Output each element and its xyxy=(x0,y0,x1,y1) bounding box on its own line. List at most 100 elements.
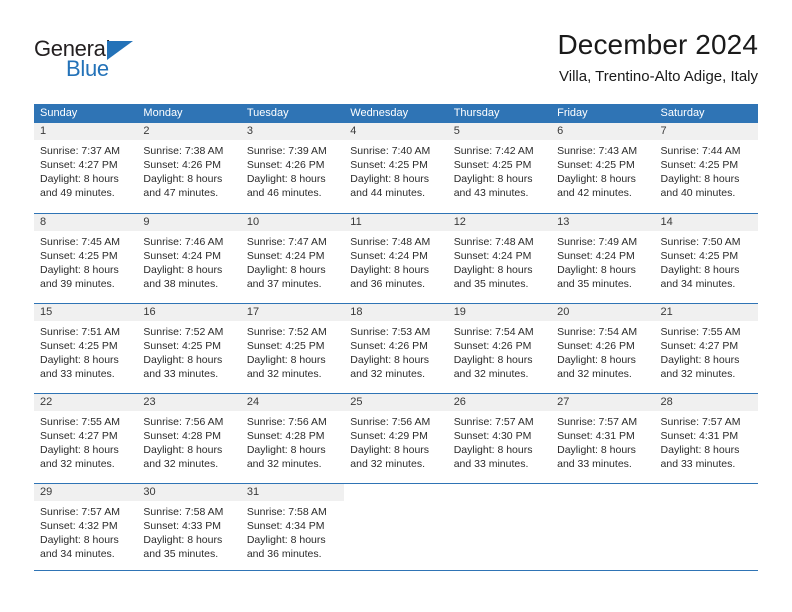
sunrise-text: Sunrise: 7:58 AM xyxy=(143,506,224,518)
daylight-text-line2: and 43 minutes. xyxy=(453,187,529,199)
sunset-text: Sunset: 4:27 PM xyxy=(40,430,118,442)
day-cell[interactable]: 25 Sunrise: 7:56 AM Sunset: 4:29 PM Dayligh… xyxy=(344,394,448,483)
day-cell[interactable]: 27 Sunrise: 7:57 AM Sunset: 4:31 PM Dayligh… xyxy=(551,394,655,483)
day-number: 11 xyxy=(344,214,448,231)
daylight-text-line1: Daylight: 8 hours xyxy=(143,173,223,185)
daylight-text-line2: and 32 minutes. xyxy=(350,458,425,470)
day-cell[interactable]: 24 Sunrise: 7:56 AM Sunset: 4:28 PM Dayligh… xyxy=(240,394,345,483)
sunset-text: Sunset: 4:28 PM xyxy=(143,430,222,442)
day-number xyxy=(447,484,552,501)
sunrise-text: Sunrise: 7:58 AM xyxy=(246,506,327,518)
day-cell[interactable]: 15 Sunrise: 7:51 AM Sunset: 4:25 PM Dayligh… xyxy=(34,304,138,393)
day-cell-empty xyxy=(654,484,758,570)
daylight-text-line1: Daylight: 8 hours xyxy=(453,264,533,276)
day-cell[interactable]: 1 Sunrise: 7:37 AM Sunset: 4:27 PM Daylight… xyxy=(34,123,138,213)
daylight-text-line1: Daylight: 8 hours xyxy=(143,354,223,366)
sunset-text: Sunset: 4:25 PM xyxy=(557,159,635,171)
day-cell[interactable]: 12 Sunrise: 7:48 AM Sunset: 4:24 PM Dayligh… xyxy=(447,214,552,303)
sunrise-text: Sunrise: 7:54 AM xyxy=(557,326,638,338)
day-number: 18 xyxy=(344,304,448,321)
day-cell[interactable]: 26 Sunrise: 7:57 AM Sunset: 4:30 PM Dayligh… xyxy=(447,394,552,483)
day-cell[interactable]: 20 Sunrise: 7:54 AM Sunset: 4:26 PM Dayligh… xyxy=(551,304,655,393)
day-cell[interactable]: 28 Sunrise: 7:57 AM Sunset: 4:31 PM Dayligh… xyxy=(654,394,758,483)
day-cell[interactable]: 10 Sunrise: 7:47 AM Sunset: 4:24 PM Dayligh… xyxy=(240,214,345,303)
sunset-text: Sunset: 4:24 PM xyxy=(453,250,532,262)
weekday-header-sunday: Sunday xyxy=(40,107,78,119)
day-info: Sunrise: 7:57 AM Sunset: 4:31 PM Daylight:… xyxy=(655,411,758,471)
sunrise-text: Sunrise: 7:44 AM xyxy=(660,145,741,157)
daylight-text-line2: and 35 minutes. xyxy=(557,278,632,290)
day-cell[interactable]: 21 Sunrise: 7:55 AM Sunset: 4:27 PM Dayligh… xyxy=(654,304,758,393)
day-cell[interactable]: 4 Sunrise: 7:40 AM Sunset: 4:25 PM Daylight… xyxy=(344,123,448,213)
sunset-text: Sunset: 4:24 PM xyxy=(143,250,222,262)
daylight-text-line1: Daylight: 8 hours xyxy=(453,354,533,366)
daylight-text-line1: Daylight: 8 hours xyxy=(246,444,326,456)
day-cell[interactable]: 22 Sunrise: 7:55 AM Sunset: 4:27 PM Dayligh… xyxy=(34,394,138,483)
day-info: Sunrise: 7:51 AM Sunset: 4:25 PM Daylight:… xyxy=(34,321,137,381)
sunrise-text: Sunrise: 7:45 AM xyxy=(40,236,120,248)
day-cell[interactable]: 5 Sunrise: 7:42 AM Sunset: 4:25 PM Daylight… xyxy=(447,123,552,213)
daylight-text-line1: Daylight: 8 hours xyxy=(660,354,740,366)
day-number: 24 xyxy=(240,394,345,411)
sunrise-text: Sunrise: 7:54 AM xyxy=(453,326,534,338)
week-row: 22 Sunrise: 7:55 AM Sunset: 4:27 PM Dayligh… xyxy=(34,393,758,483)
day-number: 28 xyxy=(654,394,758,411)
sunrise-text: Sunrise: 7:50 AM xyxy=(660,236,741,248)
day-cell[interactable]: 23 Sunrise: 7:56 AM Sunset: 4:28 PM Dayligh… xyxy=(137,394,241,483)
daylight-text-line2: and 37 minutes. xyxy=(246,278,322,290)
daylight-text-line1: Daylight: 8 hours xyxy=(350,354,430,366)
sunset-text: Sunset: 4:29 PM xyxy=(350,430,428,442)
daylight-text-line2: and 34 minutes. xyxy=(660,278,736,290)
day-info: Sunrise: 7:55 AM Sunset: 4:27 PM Daylight:… xyxy=(655,321,758,381)
day-cell[interactable]: 30 Sunrise: 7:58 AM Sunset: 4:33 PM Dayligh… xyxy=(137,484,241,570)
day-number: 21 xyxy=(654,304,758,321)
daylight-text-line1: Daylight: 8 hours xyxy=(143,444,223,456)
sunset-text: Sunset: 4:26 PM xyxy=(557,340,635,352)
week-row: 29 Sunrise: 7:57 AM Sunset: 4:32 PM Dayligh… xyxy=(34,483,758,571)
daylight-text-line1: Daylight: 8 hours xyxy=(557,444,636,456)
day-cell[interactable]: 9 Sunrise: 7:46 AM Sunset: 4:24 PM Daylight… xyxy=(137,214,241,303)
sunrise-text: Sunrise: 7:47 AM xyxy=(246,236,327,248)
week-rows-container: 1 Sunrise: 7:37 AM Sunset: 4:27 PM Daylight… xyxy=(34,123,758,571)
sunset-text: Sunset: 4:25 PM xyxy=(453,159,532,171)
day-cell[interactable]: 3 Sunrise: 7:39 AM Sunset: 4:26 PM Daylight… xyxy=(240,123,345,213)
day-cell[interactable]: 18 Sunrise: 7:53 AM Sunset: 4:26 PM Dayligh… xyxy=(344,304,448,393)
day-info: Sunrise: 7:46 AM Sunset: 4:24 PM Daylight:… xyxy=(137,231,240,291)
sunrise-text: Sunrise: 7:46 AM xyxy=(143,236,224,248)
day-cell[interactable]: 8 Sunrise: 7:45 AM Sunset: 4:25 PM Daylight… xyxy=(34,214,138,303)
day-cell[interactable]: 14 Sunrise: 7:50 AM Sunset: 4:25 PM Dayligh… xyxy=(654,214,758,303)
day-number xyxy=(654,484,758,501)
day-cell[interactable]: 11 Sunrise: 7:48 AM Sunset: 4:24 PM Dayligh… xyxy=(344,214,448,303)
sunset-text: Sunset: 4:32 PM xyxy=(40,520,118,532)
sunrise-text: Sunrise: 7:53 AM xyxy=(350,326,431,338)
day-cell[interactable]: 17 Sunrise: 7:52 AM Sunset: 4:25 PM Dayligh… xyxy=(240,304,345,393)
sunset-text: Sunset: 4:25 PM xyxy=(246,340,325,352)
sunset-text: Sunset: 4:25 PM xyxy=(660,250,739,262)
sunrise-text: Sunrise: 7:48 AM xyxy=(453,236,534,248)
sunrise-text: Sunrise: 7:56 AM xyxy=(350,416,431,428)
day-cell[interactable]: 13 Sunrise: 7:49 AM Sunset: 4:24 PM Dayligh… xyxy=(551,214,655,303)
day-cell[interactable]: 6 Sunrise: 7:43 AM Sunset: 4:25 PM Daylight… xyxy=(551,123,655,213)
sunset-text: Sunset: 4:25 PM xyxy=(660,159,739,171)
daylight-text-line2: and 32 minutes. xyxy=(40,458,115,470)
daylight-text-line1: Daylight: 8 hours xyxy=(453,444,533,456)
day-cell[interactable]: 19 Sunrise: 7:54 AM Sunset: 4:26 PM Dayligh… xyxy=(447,304,552,393)
week-row: 15 Sunrise: 7:51 AM Sunset: 4:25 PM Dayligh… xyxy=(34,303,758,393)
week-row: 1 Sunrise: 7:37 AM Sunset: 4:27 PM Daylight… xyxy=(34,123,758,213)
day-number: 30 xyxy=(137,484,241,501)
sunset-text: Sunset: 4:25 PM xyxy=(143,340,222,352)
day-cell[interactable]: 31 Sunrise: 7:58 AM Sunset: 4:34 PM Dayligh… xyxy=(240,484,345,570)
day-cell[interactable]: 2 Sunrise: 7:38 AM Sunset: 4:26 PM Daylight… xyxy=(137,123,241,213)
day-info: Sunrise: 7:58 AM Sunset: 4:34 PM Daylight:… xyxy=(241,501,344,561)
daylight-text-line1: Daylight: 8 hours xyxy=(246,354,326,366)
sunset-text: Sunset: 4:27 PM xyxy=(40,159,118,171)
daylight-text-line2: and 35 minutes. xyxy=(453,278,529,290)
sunrise-text: Sunrise: 7:40 AM xyxy=(350,145,431,157)
day-cell[interactable]: 16 Sunrise: 7:52 AM Sunset: 4:25 PM Dayligh… xyxy=(137,304,241,393)
weekday-header-saturday: Saturday xyxy=(660,107,705,119)
day-cell[interactable]: 29 Sunrise: 7:57 AM Sunset: 4:32 PM Dayligh… xyxy=(34,484,138,570)
day-cell[interactable]: 7 Sunrise: 7:44 AM Sunset: 4:25 PM Daylight… xyxy=(654,123,758,213)
sunrise-text: Sunrise: 7:52 AM xyxy=(143,326,224,338)
day-number: 17 xyxy=(240,304,345,321)
week-row: 8 Sunrise: 7:45 AM Sunset: 4:25 PM Daylight… xyxy=(34,213,758,303)
